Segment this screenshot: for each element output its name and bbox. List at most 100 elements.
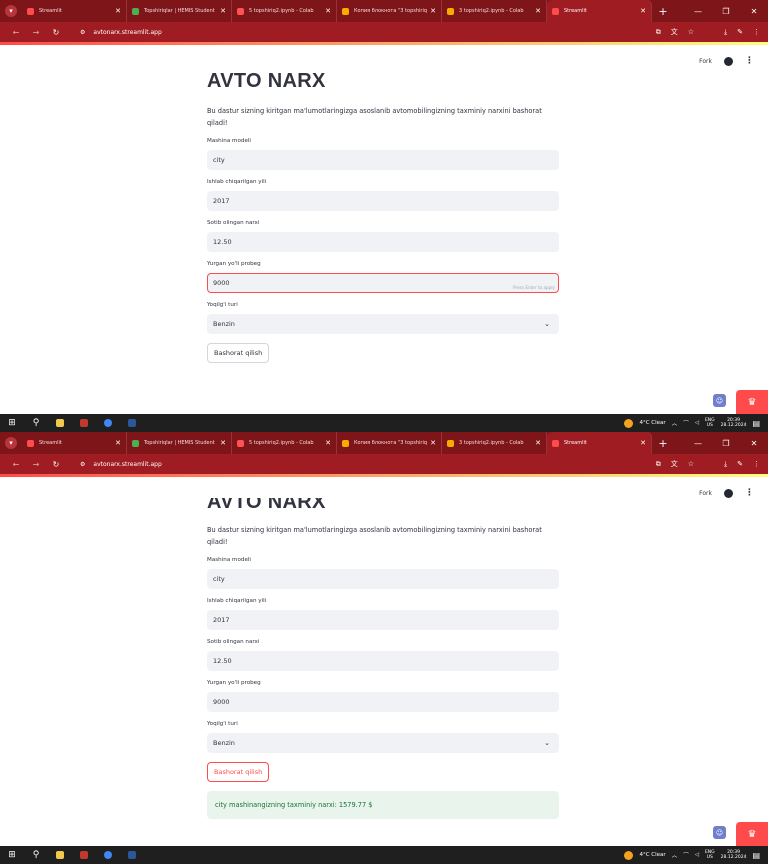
- language-indicator[interactable]: ENG US: [705, 418, 715, 428]
- browser-menu-icon[interactable]: ⋮: [753, 28, 760, 36]
- fuel-select[interactable]: Benzin ⌄: [207, 733, 559, 753]
- browser-tab[interactable]: 5 topshiriq2.ipynb - Colab ✕: [232, 432, 337, 454]
- tab-search-button[interactable]: ▾: [0, 0, 22, 22]
- weather-text[interactable]: 4°C Clear: [639, 852, 665, 858]
- browser-tab[interactable]: Копия блокнота "3 topshiriq" ✕: [337, 432, 442, 454]
- back-arrow-icon[interactable]: ←: [6, 460, 26, 469]
- close-tab-icon[interactable]: ✕: [220, 7, 226, 15]
- new-tab-button[interactable]: +: [652, 0, 674, 22]
- price-input[interactable]: 12.50: [207, 651, 559, 671]
- robot-assistant-icon[interactable]: ☺: [713, 826, 726, 839]
- fuel-select[interactable]: Benzin ⌄: [207, 314, 559, 334]
- close-tab-icon[interactable]: ✕: [430, 439, 436, 447]
- volume-icon[interactable]: ◁: [695, 420, 699, 426]
- system-clock[interactable]: 20:39 28.12.2024: [721, 850, 747, 861]
- close-window-icon[interactable]: ✕: [740, 432, 768, 454]
- browser-tab[interactable]: 3 topshiriq2.ipynb - Colab ✕: [442, 432, 547, 454]
- year-input[interactable]: 2017: [207, 191, 559, 211]
- site-settings-icon[interactable]: ⚙: [80, 461, 85, 468]
- chrome-icon[interactable]: [96, 851, 120, 859]
- forward-arrow-icon[interactable]: →: [26, 460, 46, 469]
- reload-icon[interactable]: ↻: [46, 460, 66, 469]
- browser-tab[interactable]: Streamlit ✕: [22, 0, 127, 22]
- maximize-icon[interactable]: ❐: [712, 432, 740, 454]
- word-icon[interactable]: [120, 419, 144, 427]
- close-tab-icon[interactable]: ✕: [220, 439, 226, 447]
- volume-icon[interactable]: ◁: [695, 852, 699, 858]
- tray-chevron-icon[interactable]: ︿: [672, 419, 678, 427]
- close-tab-icon[interactable]: ✕: [640, 7, 646, 15]
- close-tab-icon[interactable]: ✕: [325, 7, 331, 15]
- bookmark-star-icon[interactable]: ☆: [688, 28, 694, 36]
- model-input[interactable]: city: [207, 569, 559, 589]
- search-icon[interactable]: ⚲: [24, 418, 48, 428]
- close-tab-icon[interactable]: ✕: [535, 7, 541, 15]
- predict-button[interactable]: Bashorat qilish: [207, 343, 270, 363]
- browser-tab[interactable]: 3 topshiriq2.ipynb - Colab ✕: [442, 0, 547, 22]
- reload-icon[interactable]: ↻: [46, 28, 66, 37]
- fork-link[interactable]: Fork: [699, 490, 712, 497]
- system-clock[interactable]: 20:39 28.12.2024: [721, 418, 747, 429]
- fork-link[interactable]: Fork: [699, 58, 712, 65]
- word-icon[interactable]: [120, 851, 144, 859]
- close-tab-icon[interactable]: ✕: [430, 7, 436, 15]
- address-bar[interactable]: ⚙ avtonarx.streamlit.app: [72, 25, 662, 40]
- close-tab-icon[interactable]: ✕: [535, 439, 541, 447]
- price-input[interactable]: 12.50: [207, 232, 559, 252]
- windows-start-icon[interactable]: ⊞: [0, 850, 24, 860]
- new-tab-button[interactable]: +: [652, 432, 674, 454]
- windows-start-icon[interactable]: ⊞: [0, 418, 24, 428]
- browser-tab[interactable]: Копия блокнота "3 topshiriq" ✕: [337, 0, 442, 22]
- network-icon[interactable]: ⌒: [683, 419, 689, 427]
- language-indicator[interactable]: ENG US: [705, 850, 715, 860]
- browser-tab-active[interactable]: Streamlit ✕: [547, 432, 652, 454]
- extensions-icon[interactable]: ✎: [737, 460, 743, 468]
- browser-menu-icon[interactable]: ⋮: [753, 460, 760, 468]
- bookmark-star-icon[interactable]: ☆: [688, 460, 694, 468]
- close-tab-icon[interactable]: ✕: [115, 439, 121, 447]
- translate-icon[interactable]: 文: [671, 459, 678, 469]
- browser-tab-active[interactable]: Streamlit ✕: [547, 0, 652, 22]
- predict-button[interactable]: Bashorat qilish: [207, 762, 270, 782]
- cast-icon[interactable]: ⧉: [656, 460, 661, 469]
- streamlit-cloud-badge-icon[interactable]: ♛: [736, 822, 768, 846]
- app-icon[interactable]: [72, 419, 96, 427]
- close-tab-icon[interactable]: ✕: [115, 7, 121, 15]
- notifications-icon[interactable]: ▤: [752, 851, 760, 860]
- minimize-icon[interactable]: —: [684, 0, 712, 22]
- address-bar[interactable]: ⚙ avtonarx.streamlit.app: [72, 457, 662, 472]
- streamlit-cloud-badge-icon[interactable]: ♛: [736, 390, 768, 414]
- weather-text[interactable]: 4°C Clear: [639, 420, 665, 426]
- file-explorer-icon[interactable]: [48, 419, 72, 427]
- file-explorer-icon[interactable]: [48, 851, 72, 859]
- download-icon[interactable]: ⤓: [724, 460, 727, 469]
- cast-icon[interactable]: ⧉: [656, 28, 661, 37]
- minimize-icon[interactable]: —: [684, 432, 712, 454]
- app-icon[interactable]: [72, 851, 96, 859]
- close-tab-icon[interactable]: ✕: [640, 439, 646, 447]
- model-input[interactable]: city: [207, 150, 559, 170]
- network-icon[interactable]: ⌒: [683, 851, 689, 859]
- mileage-input[interactable]: 9000 Press Enter to apply: [207, 273, 559, 293]
- mileage-input[interactable]: 9000: [207, 692, 559, 712]
- browser-tab[interactable]: Streamlit ✕: [22, 432, 127, 454]
- main-menu-icon[interactable]: ⋮: [745, 56, 754, 66]
- robot-assistant-icon[interactable]: ☺: [713, 394, 726, 407]
- tab-search-button[interactable]: ▾: [0, 432, 22, 454]
- maximize-icon[interactable]: ❐: [712, 0, 740, 22]
- github-icon[interactable]: [724, 488, 733, 498]
- search-icon[interactable]: ⚲: [24, 850, 48, 860]
- download-icon[interactable]: ⤓: [724, 28, 727, 37]
- translate-icon[interactable]: 文: [671, 27, 678, 37]
- site-settings-icon[interactable]: ⚙: [80, 29, 85, 36]
- browser-tab[interactable]: Topshiriqlar | HEMIS Student ✕: [127, 0, 232, 22]
- forward-arrow-icon[interactable]: →: [26, 28, 46, 37]
- main-menu-icon[interactable]: ⋮: [745, 488, 754, 498]
- year-input[interactable]: 2017: [207, 610, 559, 630]
- browser-tab[interactable]: 5 topshiriq2.ipynb - Colab ✕: [232, 0, 337, 22]
- tray-chevron-icon[interactable]: ︿: [672, 851, 678, 859]
- back-arrow-icon[interactable]: ←: [6, 28, 26, 37]
- chrome-icon[interactable]: [96, 419, 120, 427]
- browser-tab[interactable]: Topshiriqlar | HEMIS Student ✕: [127, 432, 232, 454]
- close-tab-icon[interactable]: ✕: [325, 439, 331, 447]
